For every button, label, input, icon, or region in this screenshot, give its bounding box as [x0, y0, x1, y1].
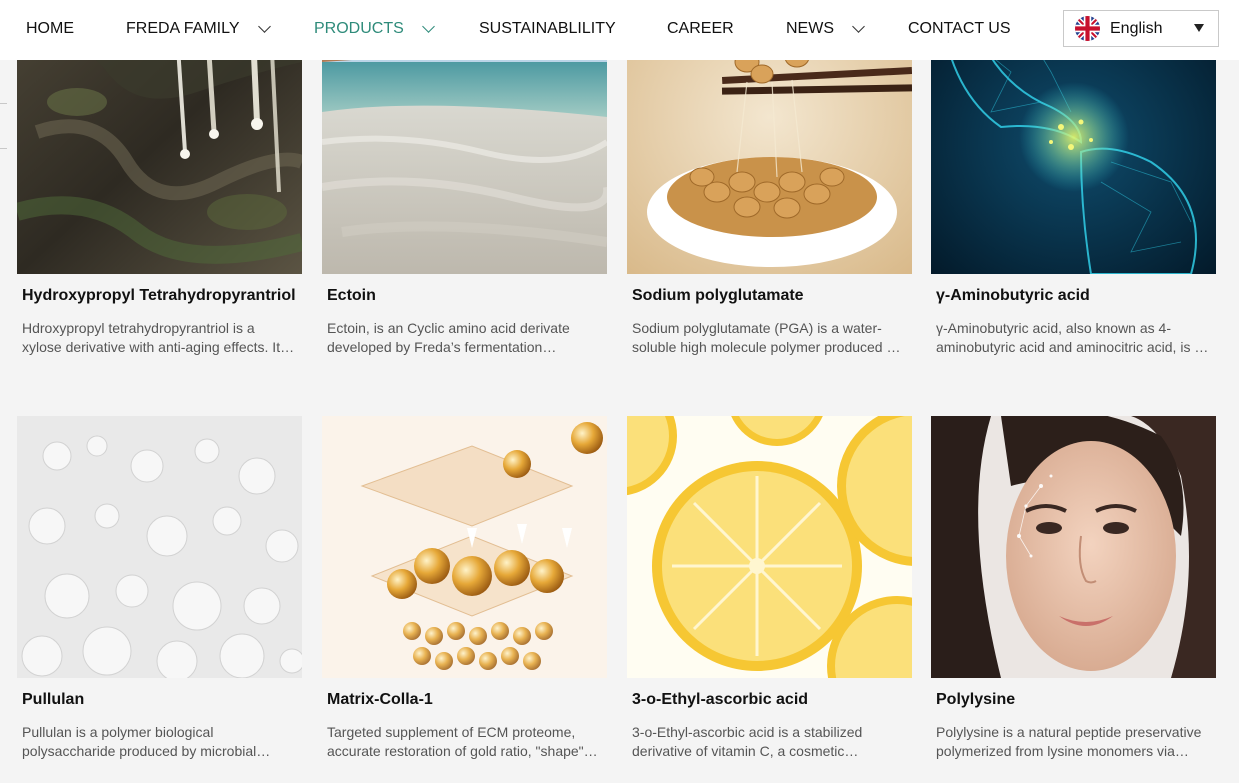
nav-freda-family-label: FREDA FAMILY	[126, 20, 240, 37]
product-card-hydroxypropyl[interactable]: Hydroxypropyl Tetrahydropyrantriol Hdrox…	[17, 12, 302, 357]
nav-news-label: NEWS	[786, 20, 834, 37]
nav-news[interactable]: NEWS	[786, 0, 865, 58]
lemon-slices-image	[627, 416, 912, 678]
product-title: Sodium polyglutamate	[632, 287, 804, 304]
product-card-polylysine[interactable]: Polylysine Polylysine is a natural pepti…	[931, 416, 1216, 761]
product-description: Ectoin, is an Cyclic amino acid derivate…	[327, 320, 570, 355]
product-title: Pullulan	[22, 691, 85, 708]
product-card-pullulan[interactable]: Pullulan Pullulan is a polymer biologica…	[17, 416, 302, 761]
nav-home-label: HOME	[26, 20, 74, 37]
product-description: Sodium polyglutamate (PGA) is a water-so…	[632, 320, 902, 355]
product-title: Ectoin	[327, 287, 376, 304]
product-title: 3-o-Ethyl-ascorbic acid	[632, 691, 809, 708]
product-description: Targeted supplement of ECM proteome, acc…	[327, 724, 600, 759]
edge-mark	[0, 103, 7, 104]
product-card-matrix-colla[interactable]: Matrix-Colla-1 Targeted supplement of EC…	[322, 416, 607, 761]
golden-collagen-spheres-image	[322, 416, 607, 678]
product-description: 3-o-Ethyl-ascorbic acid is a stabilized …	[632, 724, 863, 759]
nav-freda-family[interactable]: FREDA FAMILY	[126, 0, 271, 58]
white-foam-bubbles-image	[17, 416, 302, 678]
product-description: γ-Aminobutyric acid, also known as 4-ami…	[936, 320, 1203, 355]
top-navigation-bar: HOME FREDA FAMILY PRODUCTS SUSTAINABLILI…	[0, 0, 1239, 60]
caret-down-icon	[1194, 24, 1204, 32]
nav-career-label: CAREER	[667, 20, 734, 37]
nav-contact-us[interactable]: CONTACT US	[908, 0, 1011, 58]
product-card-ethyl-ascorbic-acid[interactable]: 3-o-Ethyl-ascorbic acid 3-o-Ethyl-ascorb…	[627, 416, 912, 761]
nav-contact-us-label: CONTACT US	[908, 20, 1011, 37]
product-title: γ-Aminobutyric acid	[936, 287, 1090, 304]
chevron-down-icon[interactable]	[421, 20, 435, 33]
language-selector[interactable]: English	[1063, 10, 1219, 47]
product-card-ectoin[interactable]: Ectoin Ectoin, is an Cyclic amino acid d…	[322, 12, 607, 357]
language-label: English	[1110, 19, 1163, 37]
product-description: Polylysine is a natural peptide preserva…	[936, 724, 1202, 759]
product-card-sodium-polyglutamate[interactable]: Sodium polyglutamate Sodium polyglutamat…	[627, 12, 912, 357]
edge-mark	[0, 148, 7, 149]
product-description: Hdroxypropyl tetrahydropyrantriol is a x…	[22, 320, 295, 355]
chevron-down-icon[interactable]	[852, 20, 865, 33]
nav-products-label: PRODUCTS	[314, 20, 404, 37]
nav-sustainability[interactable]: SUSTAINABLILITY	[479, 0, 616, 58]
uk-flag-icon	[1075, 16, 1100, 41]
nav-products[interactable]: PRODUCTS	[314, 0, 435, 58]
nav-sustainability-label: SUSTAINABLILITY	[479, 20, 616, 37]
product-title: Matrix-Colla-1	[327, 691, 433, 708]
product-description: Pullulan is a polymer biological polysac…	[22, 724, 257, 759]
nav-career[interactable]: CAREER	[667, 0, 734, 58]
chevron-down-icon[interactable]	[257, 20, 271, 33]
product-title: Hydroxypropyl Tetrahydropyrantriol	[22, 287, 296, 304]
woman-face-portrait-image	[931, 416, 1216, 678]
nav-home[interactable]: HOME	[26, 0, 74, 58]
product-title: Polylysine	[936, 691, 1016, 708]
product-card-aminobutyric-acid[interactable]: γ-Aminobutyric acid γ-Aminobutyric acid,…	[931, 12, 1216, 357]
